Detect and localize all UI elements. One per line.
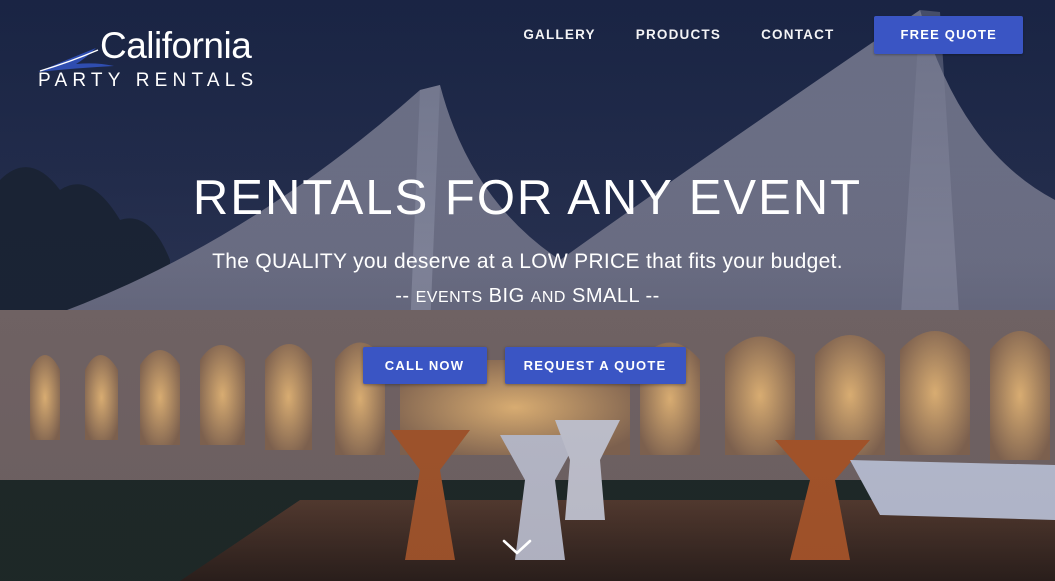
hero-tagline: The QUALITY you deserve at a LOW PRICE t… [212,250,843,273]
logo-subtitle: PARTY RENTALS [38,70,259,91]
nav-item-products[interactable]: PRODUCTS [636,16,721,54]
subline-prefix: -- [395,285,416,307]
subline-and: AND [530,289,566,306]
chevron-down-icon[interactable] [501,537,533,557]
subline-events: EVENTS [415,289,483,306]
call-now-button[interactable]: CALL NOW [362,347,487,384]
hero-subline: -- EVENTS BIG AND SMALL -- [0,283,1055,311]
nav-item-contact[interactable]: CONTACT [761,16,834,54]
nav-item-gallery[interactable]: GALLERY [523,16,595,54]
hero-cta-group: CALL NOW REQUEST A QUOTE [0,347,1055,384]
subline-big: BIG [482,285,531,307]
logo-name: California [100,25,252,66]
free-quote-button[interactable]: FREE QUOTE [874,16,1023,54]
subline-suffix: -- [639,285,660,307]
subline-small: SMALL [565,285,640,307]
request-quote-button[interactable]: REQUEST A QUOTE [504,347,686,384]
hero-headline: RENTALS FOR ANY EVENT [192,171,863,225]
main-nav: GALLERY PRODUCTS CONTACT FREE QUOTE [523,16,1023,54]
brand-logo[interactable]: California PARTY RENTALS [36,26,308,94]
